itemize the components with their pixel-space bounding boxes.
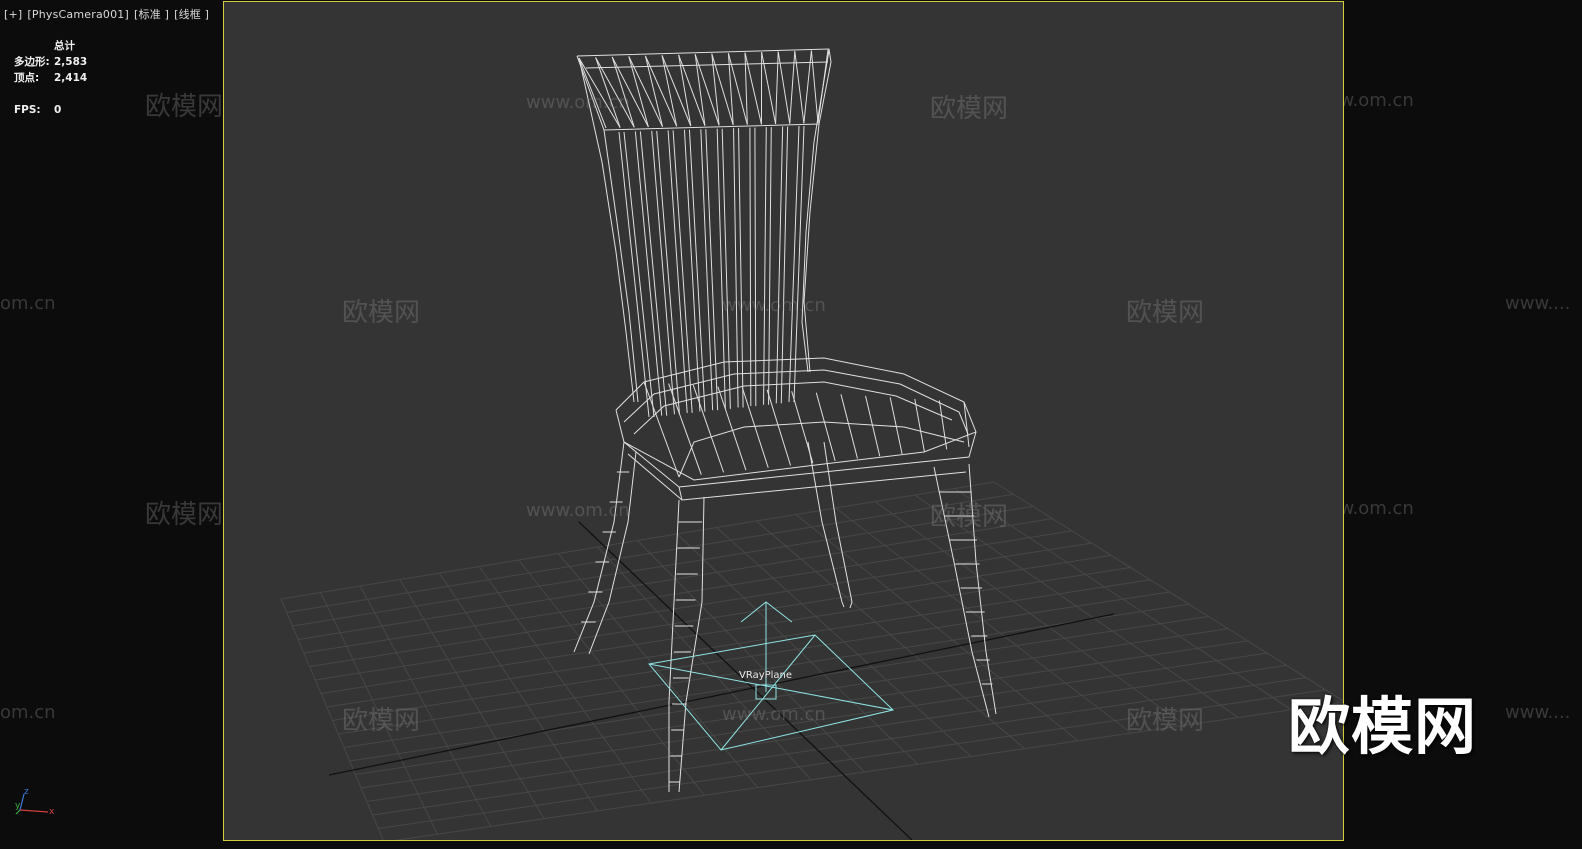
stats-fps: FPS: 0	[14, 102, 87, 118]
scene-statistics: 总计 多边形: 2,583 顶点: 2,414 FPS: 0	[14, 38, 87, 118]
vertices-label: 顶点:	[14, 72, 40, 84]
stats-heading: 总计	[54, 40, 75, 52]
watermark-url: om.cn	[0, 293, 56, 314]
watermark-url: www....	[1505, 293, 1571, 314]
fps-label: FPS:	[14, 104, 41, 116]
watermark-url: om.cn	[0, 702, 56, 723]
watermark-brand: 欧模网	[145, 92, 224, 122]
viewport-camera-menu[interactable]: [PhysCamera001]	[27, 8, 129, 21]
viewport-menu-plus[interactable]: [+]	[4, 8, 22, 21]
polygons-value: 2,583	[54, 56, 88, 68]
viewport-label[interactable]: [+] [PhysCamera001] [标准 ] [线框 ]	[4, 6, 214, 22]
axis-y-label: y	[15, 801, 21, 811]
axis-tripod-icon: z y x	[15, 787, 55, 817]
axis-z-label: z	[24, 787, 29, 797]
3d-viewport[interactable]: VRayPlane www.om.cn 欧模网 欧模网 www.om.cn 欧模…	[223, 1, 1344, 841]
vray-plane-label: VRayPlane	[739, 670, 793, 681]
axis-x-label: x	[49, 807, 55, 817]
stats-vertices: 顶点: 2,414	[14, 70, 87, 86]
watermark-url: www....	[1505, 702, 1571, 723]
brand-logo: 欧模网	[1288, 690, 1478, 763]
viewport-shading-menu[interactable]: [标准 ]	[134, 8, 169, 21]
fps-value: 0	[54, 104, 62, 116]
vertices-value: 2,414	[54, 72, 88, 84]
ground-grid	[280, 481, 1343, 840]
stats-polygons: 多边形: 2,583	[14, 54, 87, 70]
watermark-brand: 欧模网	[145, 500, 224, 530]
viewport-mode-menu[interactable]: [线框 ]	[174, 8, 209, 21]
polygons-label: 多边形:	[14, 56, 50, 68]
wireframe-scene[interactable]	[224, 2, 1344, 841]
